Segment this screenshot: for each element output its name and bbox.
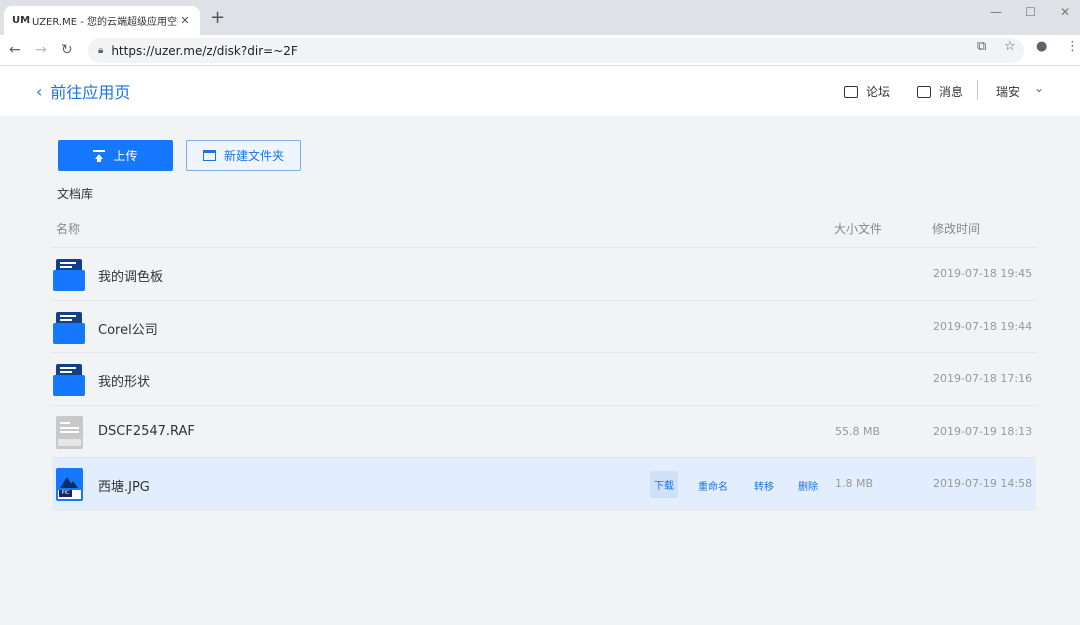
back-arrow-icon[interactable]: ← [9, 41, 21, 59]
upload-icon [93, 149, 106, 162]
file-table: 我的调色板 2019-07-18 19:45 Corel公司 2019-07-1… [52, 247, 1036, 510]
url-text: https://uzer.me/z/disk?dir=~2F [111, 43, 298, 58]
file-modified: 2019-07-19 14:58 [933, 477, 1033, 490]
file-name[interactable]: 我的调色板 [98, 266, 163, 285]
library-title: 文档库 [57, 187, 94, 201]
raw-file-icon [53, 415, 85, 449]
browser-menu-icon[interactable]: ⋮ [1066, 39, 1079, 54]
new-folder-button[interactable]: 新建文件夹 [186, 140, 301, 171]
forum-label: 论坛 [866, 85, 891, 99]
file-modified: 2019-07-18 17:16 [933, 372, 1033, 385]
tab-title: UZER.ME - 您的云端超级应用空间 [32, 17, 178, 28]
image-file-icon: PIC [53, 468, 85, 501]
forum-icon [844, 85, 858, 98]
site-favicon-icon: UM [12, 15, 31, 26]
forward-arrow-icon[interactable]: → [35, 41, 47, 59]
file-name[interactable]: 我的形状 [98, 371, 150, 390]
messages-link[interactable]: 消息 [917, 83, 963, 100]
table-row-selected[interactable]: PIC 西塘.JPG 下载 重命名 转移 删除 1.8 MB 2019-07-1… [52, 457, 1036, 510]
move-button[interactable]: 转移 [754, 478, 774, 493]
address-bar[interactable]: 🔒︎ https://uzer.me/z/disk?dir=~2F [88, 38, 1024, 63]
back-to-apps-link[interactable]: ‹ 前往应用页 [36, 79, 130, 103]
table-row[interactable]: 我的调色板 2019-07-18 19:45 [52, 247, 1036, 300]
maximize-button[interactable]: ☐ [1025, 5, 1036, 19]
chevron-down-icon[interactable]: ⌄ [1034, 81, 1044, 95]
file-name[interactable]: Corel公司 [98, 319, 158, 338]
messages-label: 消息 [939, 85, 964, 99]
folder-icon [53, 311, 85, 344]
browser-tab-bar: UM UZER.ME - 您的云端超级应用空间 ✕ + — ☐ ✕ [0, 0, 1080, 35]
window-close-button[interactable]: ✕ [1060, 5, 1070, 19]
new-folder-label: 新建文件夹 [223, 149, 284, 163]
profile-avatar-icon[interactable]: ● [1036, 39, 1047, 54]
upload-label: 上传 [113, 149, 138, 163]
column-header-name[interactable]: 名称 [56, 220, 80, 237]
table-row[interactable]: DSCF2547.RAF 55.8 MB 2019-07-19 18:13 [52, 404, 1036, 458]
lock-icon: 🔒︎ [98, 45, 104, 56]
file-name[interactable]: 西塘.JPG [98, 476, 150, 495]
new-folder-icon [202, 150, 216, 161]
folder-icon [53, 258, 85, 291]
column-header-modified[interactable]: 修改时间 [932, 220, 980, 237]
forum-link[interactable]: 论坛 [844, 83, 890, 100]
back-label: 前往应用页 [50, 83, 131, 102]
download-button[interactable]: 下载 [650, 471, 678, 498]
table-row[interactable]: Corel公司 2019-07-18 19:44 [52, 299, 1036, 353]
user-name[interactable]: 瑞安 [996, 83, 1020, 100]
file-modified: 2019-07-18 19:45 [933, 267, 1033, 280]
bookmark-star-icon[interactable]: ☆ [1004, 39, 1016, 54]
folder-icon [53, 363, 85, 396]
table-row[interactable]: 我的形状 2019-07-18 17:16 [52, 352, 1036, 405]
tab-close-icon[interactable]: ✕ [178, 14, 192, 27]
file-modified: 2019-07-19 18:13 [933, 424, 1033, 438]
delete-button[interactable]: 删除 [798, 478, 818, 493]
file-size: 55.8 MB [835, 424, 881, 438]
chevron-left-icon: ‹ [36, 81, 43, 101]
message-icon [917, 85, 931, 98]
browser-toolbar: ← → ↻ 🔒︎ https://uzer.me/z/disk?dir=~2F … [0, 35, 1080, 66]
file-size: 1.8 MB [835, 477, 874, 490]
rename-button[interactable]: 重命名 [698, 478, 728, 493]
translate-icon[interactable]: ⧉ [977, 39, 986, 54]
new-tab-button[interactable]: + [210, 8, 225, 28]
upload-button[interactable]: 上传 [58, 140, 173, 171]
reload-icon[interactable]: ↻ [61, 41, 73, 59]
app-header: ‹ 前往应用页 论坛 消息 瑞安 ⌄ [0, 66, 1080, 116]
column-header-size[interactable]: 大小文件 [834, 220, 882, 237]
file-name[interactable]: DSCF2547.RAF [98, 424, 195, 439]
minimize-button[interactable]: — [990, 5, 1002, 19]
browser-tab[interactable]: UM UZER.ME - 您的云端超级应用空间 ✕ [4, 6, 200, 35]
file-modified: 2019-07-18 19:44 [933, 319, 1033, 333]
header-divider [977, 80, 978, 100]
